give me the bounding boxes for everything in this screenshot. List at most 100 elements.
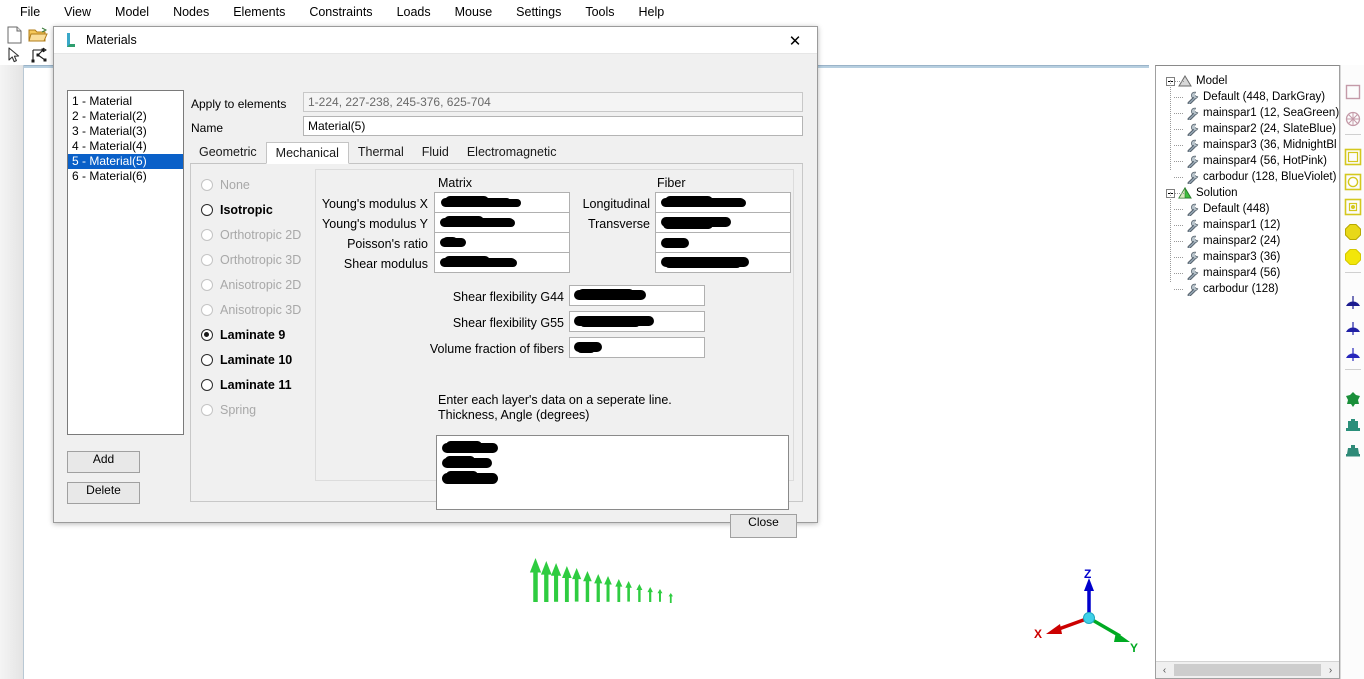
menu-item-help[interactable]: Help xyxy=(627,2,677,22)
load-dome-mid-icon[interactable] xyxy=(1344,319,1362,337)
tree-node-label: mainspar3 (36) xyxy=(1203,251,1281,263)
tab-mechanical[interactable]: Mechanical xyxy=(265,142,349,164)
new-document-icon[interactable] xyxy=(6,26,23,47)
tree-node-mainspar3[interactable]: mainspar3 (36, MidnightBl xyxy=(1160,137,1339,153)
shear-flexibility-g55-input[interactable] xyxy=(569,311,705,332)
mesh-circle-icon[interactable] xyxy=(1344,110,1362,128)
tree-node-mainspar1[interactable]: mainspar1 (12, SeaGreen) xyxy=(1160,105,1339,121)
scrollbar-thumb[interactable] xyxy=(1174,664,1321,676)
tree-node-default[interactable]: Default (448, DarkGray) xyxy=(1160,89,1339,105)
menu-item-elements[interactable]: Elements xyxy=(221,2,297,22)
model-tree[interactable]: Model Default (448, DarkGray) mainspar1 (1… xyxy=(1156,66,1339,661)
volume-fraction-input[interactable] xyxy=(569,337,705,358)
svg-text:Z: Z xyxy=(1084,567,1091,581)
close-button[interactable]: Close xyxy=(730,514,797,538)
view-mode-icon-column xyxy=(1340,65,1364,679)
property-tabs[interactable]: Geometric Mechanical Thermal Fluid Electroma… xyxy=(190,142,803,164)
fiber-longitudinal-input[interactable] xyxy=(655,192,791,213)
radio-laminate-9[interactable]: Laminate 9 xyxy=(201,322,321,347)
model-tree-panel[interactable]: Model Default (448, DarkGray) mainspar1 (1… xyxy=(1155,65,1340,679)
select-cursor-icon[interactable] xyxy=(7,47,23,67)
icon-column-separator xyxy=(1345,369,1361,370)
tree-connector xyxy=(1175,81,1184,82)
youngs-modulus-x-input[interactable] xyxy=(434,192,570,213)
fiber-poissons-ratio-input[interactable] xyxy=(655,232,791,253)
fiber-shear-modulus-input[interactable] xyxy=(655,252,791,273)
tab-geometric[interactable]: Geometric xyxy=(190,142,266,163)
support-teal-icon[interactable] xyxy=(1344,416,1362,434)
fiber-transverse-input[interactable] xyxy=(655,212,791,233)
materials-listbox[interactable]: 1 - Material 2 - Material(2) 3 - Material(… xyxy=(67,90,184,435)
constraint-green-icon[interactable] xyxy=(1344,390,1362,408)
apply-to-elements-input[interactable]: 1-224, 227-238, 245-376, 625-704 xyxy=(303,92,803,112)
tree-node-mainspar4[interactable]: mainspar4 (56) xyxy=(1160,265,1339,281)
scroll-left-arrow-icon[interactable]: ‹ xyxy=(1156,662,1173,678)
scroll-right-arrow-icon[interactable]: › xyxy=(1322,662,1339,678)
dialog-titlebar[interactable]: Materials ✕ xyxy=(54,27,817,54)
load-dome-mid-icon-glyph xyxy=(1346,322,1360,335)
node-connect-icon[interactable] xyxy=(31,47,48,67)
poissons-ratio-input[interactable] xyxy=(434,232,570,253)
menu-item-loads[interactable]: Loads xyxy=(385,2,443,22)
close-icon[interactable]: ✕ xyxy=(773,27,817,54)
tab-electromagnetic[interactable]: Electromagnetic xyxy=(458,142,566,163)
tree-node-label: mainspar2 (24) xyxy=(1203,235,1281,247)
material-list-item[interactable]: 4 - Material(4) xyxy=(68,139,183,154)
add-button[interactable]: Add xyxy=(67,451,140,473)
name-input[interactable]: Material(5) xyxy=(303,116,803,136)
shear-flexibility-g55-label: Shear flexibility G55 xyxy=(452,316,564,330)
surface-circle-icon-glyph xyxy=(1344,173,1362,191)
shear-modulus-input[interactable] xyxy=(434,252,570,273)
dialog-body: 1 - Material 2 - Material(2) 3 - Material(… xyxy=(54,54,817,538)
radio-laminate-11[interactable]: Laminate 11 xyxy=(201,372,321,397)
fixity-teal-icon[interactable] xyxy=(1344,442,1362,460)
load-dome-light-icon[interactable] xyxy=(1344,345,1362,363)
load-dome-dark-icon[interactable] xyxy=(1344,293,1362,311)
shaded-octagon-icon[interactable] xyxy=(1344,223,1362,241)
menu-item-settings[interactable]: Settings xyxy=(504,2,573,22)
radio-isotropic[interactable]: Isotropic xyxy=(201,197,321,222)
tree-node-default[interactable]: Default (448) xyxy=(1160,201,1339,217)
tab-thermal[interactable]: Thermal xyxy=(349,142,413,163)
volume-fraction-label: Volume fraction of fibers xyxy=(429,342,564,356)
tree-node-mainspar2[interactable]: mainspar2 (24) xyxy=(1160,233,1339,249)
material-list-item[interactable]: 5 - Material(5) xyxy=(68,154,183,169)
materials-dialog[interactable]: Materials ✕ 1 - Material 2 - Material(2) 3… xyxy=(53,26,818,538)
radio-laminate-10[interactable]: Laminate 10 xyxy=(201,347,321,372)
surface-outline-icon[interactable] xyxy=(1344,148,1362,166)
menu-item-nodes[interactable]: Nodes xyxy=(161,2,221,22)
material-list-item[interactable]: 3 - Material(3) xyxy=(68,124,183,139)
radio-indicator-icon xyxy=(201,303,213,316)
tree-node-carbodur[interactable]: carbodur (128, BlueViolet) xyxy=(1160,169,1339,185)
radio-label: Laminate 11 xyxy=(220,377,292,392)
menu-item-model[interactable]: Model xyxy=(103,2,161,22)
material-list-item[interactable]: 6 - Material(6) xyxy=(68,169,183,184)
menu-item-file[interactable]: File xyxy=(8,2,52,22)
layer-data-textarea[interactable] xyxy=(436,435,789,510)
tree-node-label: mainspar2 (24, SlateBlue) xyxy=(1203,123,1336,135)
tree-horizontal-scrollbar[interactable]: ‹ › xyxy=(1156,661,1339,678)
tree-node-mainspar1[interactable]: mainspar1 (12) xyxy=(1160,217,1339,233)
menu-item-mouse[interactable]: Mouse xyxy=(443,2,505,22)
material-type-radio-group[interactable]: None Isotropic Orthotropic 2D Orthotropic 3… xyxy=(201,172,321,422)
wireframe-square-icon[interactable] xyxy=(1344,83,1362,101)
delete-button[interactable]: Delete xyxy=(67,482,140,504)
tree-node-model[interactable]: Model xyxy=(1160,73,1339,89)
menu-item-view[interactable]: View xyxy=(52,2,103,22)
material-list-item[interactable]: 2 - Material(2) xyxy=(68,109,183,124)
surface-circle-icon[interactable] xyxy=(1344,173,1362,191)
youngs-modulus-y-input[interactable] xyxy=(434,212,570,233)
tree-node-carbodur[interactable]: carbodur (128) xyxy=(1160,281,1339,297)
surface-dot-icon[interactable] xyxy=(1344,198,1362,216)
menu-item-tools[interactable]: Tools xyxy=(573,2,626,22)
tree-node-mainspar4[interactable]: mainspar4 (56, HotPink) xyxy=(1160,153,1339,169)
menu-item-constraints[interactable]: Constraints xyxy=(297,2,384,22)
tree-node-mainspar2[interactable]: mainspar2 (24, SlateBlue) xyxy=(1160,121,1339,137)
material-list-item[interactable]: 1 - Material xyxy=(68,94,183,109)
tab-fluid[interactable]: Fluid xyxy=(413,142,458,163)
open-folder-icon[interactable] xyxy=(28,27,48,47)
filled-octagon-icon[interactable] xyxy=(1344,248,1362,266)
tree-node-mainspar3[interactable]: mainspar3 (36) xyxy=(1160,249,1339,265)
tree-node-solution[interactable]: Solution xyxy=(1160,185,1339,201)
shear-flexibility-g44-input[interactable] xyxy=(569,285,705,306)
